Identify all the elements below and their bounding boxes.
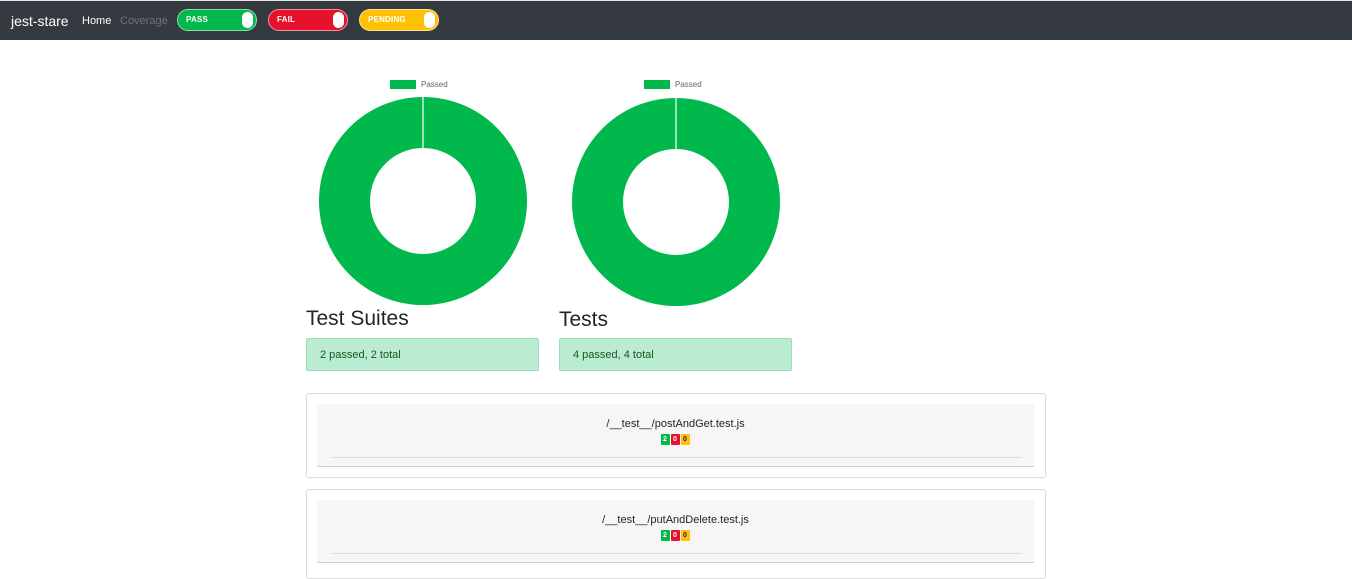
suite-card: /__test__/putAndDelete.test.js 200 — [306, 489, 1046, 579]
suites-summary: 2 passed, 2 total — [306, 338, 539, 371]
suites-title: Test Suites — [306, 307, 409, 330]
passed-count-badge: 2 — [660, 434, 670, 445]
tests-legend-swatch — [644, 80, 670, 89]
tests-summary: 4 passed, 4 total — [559, 338, 792, 371]
suite-file-name[interactable]: /__test__/putAndDelete.test.js — [317, 514, 1034, 526]
fail-toggle-knob — [333, 12, 344, 28]
pass-toggle[interactable]: PASS — [177, 9, 257, 31]
fail-toggle-label: FAIL — [277, 15, 296, 24]
brand-link[interactable]: jest-stare — [11, 12, 69, 30]
suite-bottom-line — [317, 562, 1034, 563]
passed-count-badge: 2 — [660, 530, 670, 541]
suite-badges: 200 — [317, 434, 1034, 445]
pass-toggle-label: PASS — [186, 15, 208, 24]
suites-legend-swatch — [390, 80, 416, 89]
failed-count-badge: 0 — [670, 434, 680, 445]
tests-legend-label: Passed — [675, 80, 702, 89]
suites-legend-label: Passed — [421, 80, 448, 89]
pending-toggle[interactable]: PENDING — [359, 9, 439, 31]
suite-badges: 200 — [317, 530, 1034, 541]
nav-home-link[interactable]: Home — [82, 14, 111, 28]
suites-summary-text: 2 passed, 2 total — [320, 349, 401, 361]
fail-toggle[interactable]: FAIL — [268, 9, 348, 31]
suite-divider — [331, 457, 1022, 458]
suite-header[interactable]: /__test__/postAndGet.test.js 200 — [317, 404, 1034, 466]
suite-bottom-line — [317, 466, 1034, 467]
navbar: jest-stare Home Coverage PASS FAIL PENDI… — [0, 0, 1352, 40]
tests-summary-text: 4 passed, 4 total — [573, 349, 654, 361]
tests-title: Tests — [559, 308, 609, 331]
pending-count-badge: 0 — [680, 434, 690, 445]
tests-donut-chart — [572, 98, 780, 306]
suite-divider — [331, 553, 1022, 554]
failed-count-badge: 0 — [670, 530, 680, 541]
pass-toggle-knob — [242, 12, 253, 28]
nav-coverage-link[interactable]: Coverage — [120, 14, 168, 28]
suites-donut-chart — [319, 97, 527, 305]
suite-file-name[interactable]: /__test__/postAndGet.test.js — [317, 418, 1034, 430]
pending-toggle-knob — [424, 12, 435, 28]
suite-card: /__test__/postAndGet.test.js 200 — [306, 393, 1046, 478]
pending-count-badge: 0 — [680, 530, 690, 541]
suite-header[interactable]: /__test__/putAndDelete.test.js 200 — [317, 500, 1034, 562]
pending-toggle-label: PENDING — [368, 15, 406, 24]
